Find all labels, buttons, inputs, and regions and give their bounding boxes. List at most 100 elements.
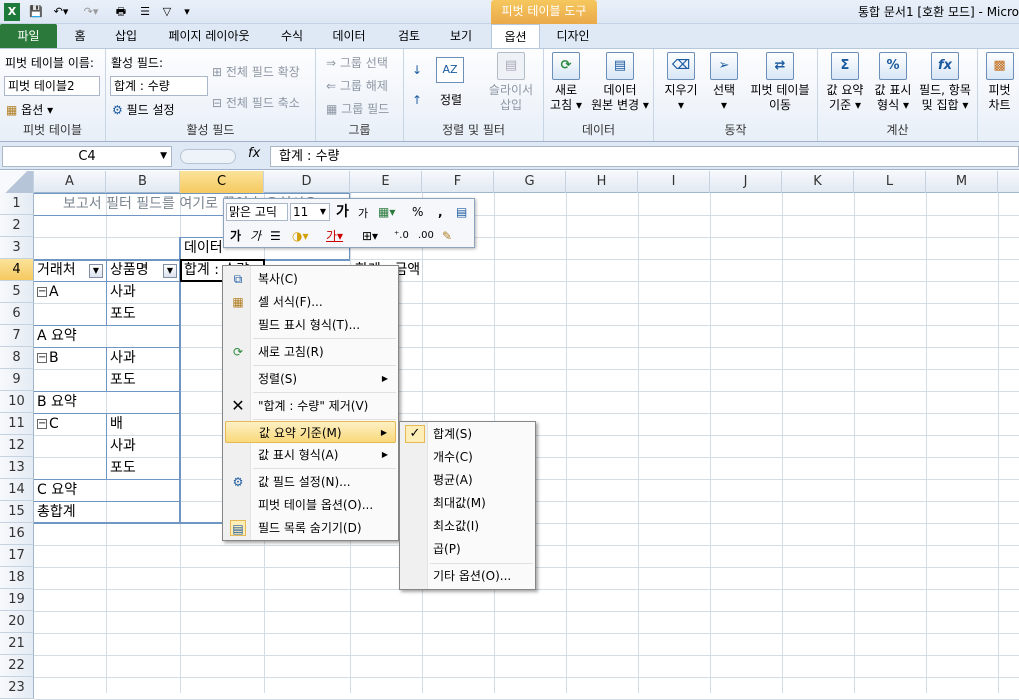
tab-options[interactable]: 옵션 <box>491 24 540 48</box>
group-c[interactable]: − C <box>34 413 59 435</box>
font-name-select[interactable]: 맑은 고딕 <box>226 203 288 221</box>
column-header-b[interactable]: B <box>106 171 180 193</box>
column-header-h[interactable]: H <box>566 171 638 193</box>
chevron-down-icon[interactable]: ▼ <box>160 147 167 166</box>
sort-button[interactable]: 정렬 <box>440 91 462 108</box>
column-header-l[interactable]: L <box>854 171 926 193</box>
spelling-icon[interactable]: ☰ <box>136 3 154 21</box>
group-selection-button[interactable]: ⇒ 그룹 선택 <box>326 54 388 71</box>
italic-icon[interactable]: 가 <box>250 227 261 245</box>
change-data-source-button[interactable]: ▤ 데이터 원본 변경 ▾ <box>588 52 652 113</box>
submenu-count[interactable]: 개수(C) <box>402 446 533 468</box>
decrease-decimal-icon[interactable]: .00 <box>418 227 434 245</box>
collapse-entire-field-button[interactable]: ⊟ 전체 필드 축소 <box>212 94 300 111</box>
move-pivottable-button[interactable]: ⇄ 피벗 테이블 이동 <box>744 52 816 113</box>
insert-slicer-button[interactable]: ▤ 슬라이서 삽입 <box>484 52 538 113</box>
tab-formulas[interactable]: 수식 <box>270 24 314 48</box>
submenu-max[interactable]: 최대값(M) <box>402 492 533 514</box>
column-header-k[interactable]: K <box>782 171 854 193</box>
select-button[interactable]: ➢ 선택 ▾ <box>704 52 744 113</box>
row-header-12[interactable]: 12 <box>0 435 34 457</box>
format-painter-icon[interactable]: ✎ <box>442 227 452 245</box>
row-header-17[interactable]: 17 <box>0 545 34 567</box>
expand-entire-field-button[interactable]: ⊞ 전체 필드 확장 <box>212 63 300 80</box>
comma-style-button[interactable]: , <box>438 203 443 221</box>
row-header-11[interactable]: 11 <box>0 413 34 435</box>
show-values-as-button[interactable]: % 값 표시 형식 ▾ <box>870 52 916 113</box>
row-header-19[interactable]: 19 <box>0 589 34 611</box>
row-header-3[interactable]: 3 <box>0 237 34 259</box>
increase-decimal-icon[interactable]: ⁺.0 <box>394 227 409 245</box>
menu-value-field-settings[interactable]: ⚙ 값 필드 설정(N)... <box>225 471 396 493</box>
row-header-9[interactable]: 9 <box>0 369 34 391</box>
row-header-6[interactable]: 6 <box>0 303 34 325</box>
collapse-icon[interactable]: − <box>37 353 47 363</box>
pivotchart-button[interactable]: ▩ 피벗 차트 <box>980 52 1019 113</box>
row-header-1[interactable]: 1 <box>0 193 34 215</box>
column-header-d[interactable]: D <box>264 171 350 193</box>
select-all-corner[interactable] <box>0 171 34 193</box>
redo-icon[interactable]: ↷▾ <box>80 3 102 21</box>
shrink-font-icon[interactable]: 가 <box>358 205 368 223</box>
row-header-4[interactable]: 4 <box>0 259 34 281</box>
clear-button[interactable]: ⌫ 지우기 ▾ <box>658 52 704 113</box>
column-header-i[interactable]: I <box>638 171 710 193</box>
customer-filter-dropdown[interactable]: ▼ <box>89 264 103 278</box>
tab-review[interactable]: 검토 <box>384 24 434 48</box>
tab-file[interactable]: 파일 <box>0 24 57 48</box>
menu-refresh[interactable]: ⟳ 새로 고침(R) <box>225 341 396 363</box>
percent-style-button[interactable]: % <box>412 203 423 221</box>
sort-ascending-icon[interactable]: ↓ <box>412 63 422 77</box>
column-header-c[interactable]: C <box>180 171 264 193</box>
save-icon[interactable]: 💾 <box>28 3 44 21</box>
ungroup-button[interactable]: ⇐ 그룹 해제 <box>326 77 388 94</box>
borders-icon[interactable]: ⊞▾ <box>362 227 378 245</box>
font-size-select[interactable]: 11 ▼ <box>290 203 330 221</box>
row-header-20[interactable]: 20 <box>0 611 34 633</box>
row-header-10[interactable]: 10 <box>0 391 34 413</box>
summarize-values-by-button[interactable]: Σ 값 요약 기준 ▾ <box>820 52 870 113</box>
tab-data[interactable]: 데이터 <box>318 24 380 48</box>
group-b[interactable]: − B <box>34 347 59 369</box>
group-a[interactable]: − A <box>34 281 59 303</box>
row-header-18[interactable]: 18 <box>0 567 34 589</box>
group-field-button[interactable]: ▦ 그룹 필드 <box>326 100 389 117</box>
submenu-sum[interactable]: ✓ 합계(S) <box>402 423 533 445</box>
column-header-j[interactable]: J <box>710 171 782 193</box>
menu-copy[interactable]: ⧉ 복사(C) <box>225 268 396 290</box>
active-field-input[interactable]: 합계 : 수량 <box>110 76 208 96</box>
fields-items-sets-button[interactable]: fx 필드, 항목 및 집합 ▾ <box>914 52 976 113</box>
row-header-23[interactable]: 23 <box>0 677 34 699</box>
filter-icon[interactable]: ▽ <box>158 3 176 21</box>
tab-home[interactable]: 홈 <box>60 24 100 48</box>
row-header-2[interactable]: 2 <box>0 215 34 237</box>
row-header-21[interactable]: 21 <box>0 633 34 655</box>
menu-number-format[interactable]: 필드 표시 형식(T)... <box>225 314 396 336</box>
menu-sort[interactable]: 정렬(S) ▶ <box>225 368 396 390</box>
menu-show-values-as[interactable]: 값 표시 형식(A) ▶ <box>225 444 396 466</box>
pivottable-options-button[interactable]: ▦ 옵션 ▾ <box>6 101 53 118</box>
column-header-f[interactable]: F <box>422 171 494 193</box>
submenu-average[interactable]: 평균(A) <box>402 469 533 491</box>
row-header-5[interactable]: 5 <box>0 281 34 303</box>
customize-qat-icon[interactable]: ▾ <box>180 3 194 21</box>
sort-dialog-icon[interactable]: AZ <box>436 57 464 83</box>
name-box[interactable]: C4 ▼ <box>2 146 172 167</box>
format-painter-table-icon[interactable]: ▤ <box>456 203 467 221</box>
row-header-14[interactable]: 14 <box>0 479 34 501</box>
submenu-product[interactable]: 곱(P) <box>402 538 533 560</box>
accounting-format-icon[interactable]: ▦▾ <box>378 203 395 221</box>
product-filter-dropdown[interactable]: ▼ <box>163 264 177 278</box>
print-preview-icon[interactable]: 🖶 <box>112 3 130 21</box>
column-header-a[interactable]: A <box>34 171 106 193</box>
collapse-icon[interactable]: − <box>37 419 47 429</box>
row-header-13[interactable]: 13 <box>0 457 34 479</box>
column-header-m[interactable]: M <box>926 171 998 193</box>
column-header-g[interactable]: G <box>494 171 566 193</box>
formula-bar-expander[interactable] <box>180 149 236 164</box>
submenu-min[interactable]: 최소값(I) <box>402 515 533 537</box>
column-header-e[interactable]: E <box>350 171 422 193</box>
tab-design[interactable]: 디자인 <box>544 24 602 48</box>
bold-icon[interactable]: 가 <box>230 227 241 245</box>
grow-font-icon[interactable]: 가 <box>336 203 349 221</box>
